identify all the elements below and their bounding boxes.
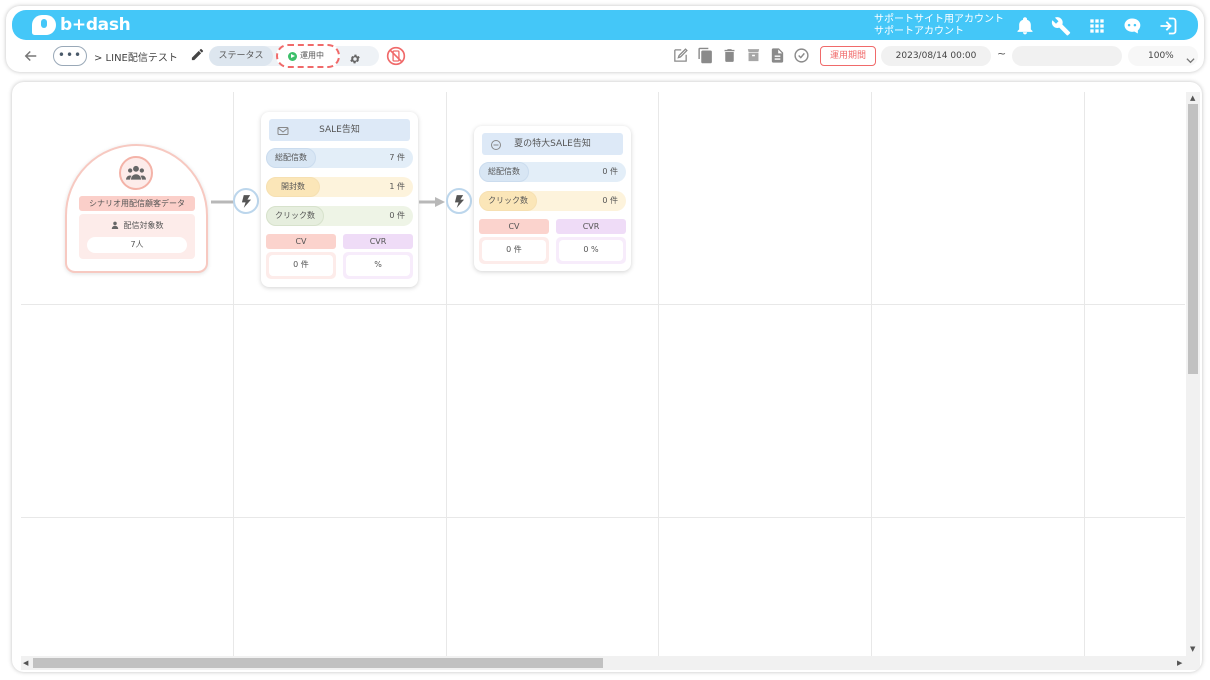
check-circle-icon[interactable] [793,47,810,64]
grid-line [871,92,872,656]
start-node[interactable]: シナリオ用配信顧客データ 配信対象数 7人 [65,144,208,273]
header-bar: b+dash サポートサイト用アカウント サポートアカウント [12,10,1198,40]
envelope-icon [277,124,289,136]
play-icon [288,52,297,61]
cv-header: CV [266,234,336,249]
chevron-down-icon[interactable] [1186,50,1195,64]
metric-open-value: 1 件 [389,182,405,191]
metric-click-value: 0 件 [389,211,405,220]
target-count-label: 配信対象数 [123,221,164,230]
metric-total-label: 総配信数 [266,148,316,168]
end-date-input[interactable] [1012,46,1122,66]
cv-value: 0 件 [482,240,546,261]
breadcrumb: > LINE配信テスト [94,53,178,64]
grid-icon[interactable] [1087,16,1107,36]
cvr-value-box: 0 % [556,237,626,264]
message-node-sale[interactable]: SALE告知 総配信数 7 件 開封数 1 件 クリック数 0 件 CV CVR… [261,112,418,287]
lightning-icon [454,195,465,208]
logo[interactable]: b+dash [32,14,131,36]
metric-open: 開封数 1 件 [266,177,413,197]
status-running-button[interactable]: 運用中 [276,44,340,68]
metric-total-value: 7 件 [389,153,405,162]
scroll-right-icon[interactable]: ▶ [1177,659,1182,667]
cv-header: CV [479,219,549,234]
metric-total: 総配信数 0 件 [479,162,626,182]
message-node-summer-sale[interactable]: 夏の特大SALE告知 総配信数 0 件 クリック数 0 件 CV CVR 0 件… [474,126,631,271]
message-node-title-text: 夏の特大SALE告知 [514,139,591,149]
scroll-left-icon[interactable]: ◀ [23,659,28,667]
message-node-title: 夏の特大SALE告知 [482,133,623,155]
metric-click: クリック数 0 件 [479,191,626,211]
users-icon [119,156,153,190]
status-running-label: 運用中 [300,51,324,60]
cvr-value: % [346,255,410,276]
archive-icon[interactable] [745,47,762,64]
cvr-header: CVR [343,234,413,249]
cvr-value-box: % [343,252,413,279]
trigger-node[interactable] [233,188,259,214]
grid-line [21,517,1185,518]
flow-arrow [419,197,445,207]
status-toggle-group: ステータス 運用中 [209,44,379,68]
metric-click-label: クリック数 [266,206,324,226]
account-info[interactable]: サポートサイト用アカウント サポートアカウント [874,14,1004,38]
minus-circle-icon [490,138,502,150]
grid-line [233,92,234,656]
logo-text: b+dash [60,15,131,35]
cv-value-box: 0 件 [266,252,336,279]
metric-total: 総配信数 7 件 [266,148,413,168]
message-node-title-text: SALE告知 [319,125,360,135]
metric-open-label: 開封数 [266,177,320,197]
account-line-1: サポートサイト用アカウント [874,14,1004,25]
logo-icon [32,15,56,35]
grid-line [1084,92,1085,656]
metric-click-label: クリック数 [479,191,537,211]
horizontal-scroll-thumb[interactable] [33,658,603,668]
target-count-label-row: 配信対象数 [79,220,195,231]
metric-click: クリック数 0 件 [266,206,413,226]
cv-value-box: 0 件 [479,237,549,264]
copy-icon[interactable] [697,47,714,64]
period-button[interactable]: 運用期間 [820,46,876,66]
gear-icon[interactable] [349,50,361,64]
vertical-scrollbar[interactable]: ▲ ▼ [1186,92,1200,656]
account-line-2: サポートアカウント [874,26,964,37]
scenario-canvas: シナリオ用配信顧客データ 配信対象数 7人 SALE告知 総配信数 7 件 開封… [12,82,1202,672]
document-icon[interactable] [769,47,786,64]
grid-line [658,92,659,656]
grid-line [446,92,447,656]
wrench-icon[interactable] [1051,16,1071,36]
target-count-value: 7人 [87,237,187,253]
scroll-down-icon[interactable]: ▼ [1190,645,1195,653]
horizontal-scrollbar[interactable]: ◀ ▶ [21,656,1200,670]
vertical-scroll-thumb[interactable] [1188,104,1198,374]
metric-total-value: 0 件 [602,167,618,176]
target-count-box: 配信対象数 7人 [79,214,195,259]
no-mobile-icon[interactable] [386,46,406,66]
scroll-up-icon[interactable]: ▲ [1190,94,1195,102]
message-node-title: SALE告知 [269,119,410,141]
status-label: ステータス [209,46,273,66]
edit-name-pen-icon[interactable] [190,47,205,62]
logout-icon[interactable] [1158,16,1178,36]
bell-icon[interactable] [1015,16,1035,36]
edit-icon[interactable] [672,47,689,64]
canvas-grid[interactable]: シナリオ用配信顧客データ 配信対象数 7人 SALE告知 総配信数 7 件 開封… [21,92,1185,656]
grid-line [21,304,1185,305]
more-button[interactable]: ••• [53,46,87,66]
person-icon [111,221,119,229]
robot-icon[interactable] [1122,16,1142,36]
start-node-title: シナリオ用配信顧客データ [79,196,195,211]
start-date-input[interactable]: 2023/08/14 00:00 [881,46,991,66]
date-separator: ~ [997,47,1007,60]
lightning-icon [241,195,252,208]
cvr-value: 0 % [559,240,623,261]
cv-value: 0 件 [269,255,333,276]
metric-click-value: 0 件 [602,196,618,205]
cvr-header: CVR [556,219,626,234]
back-arrow-icon[interactable] [22,47,40,65]
trigger-node[interactable] [446,188,472,214]
metric-total-label: 総配信数 [479,162,529,182]
trash-icon[interactable] [721,47,738,64]
